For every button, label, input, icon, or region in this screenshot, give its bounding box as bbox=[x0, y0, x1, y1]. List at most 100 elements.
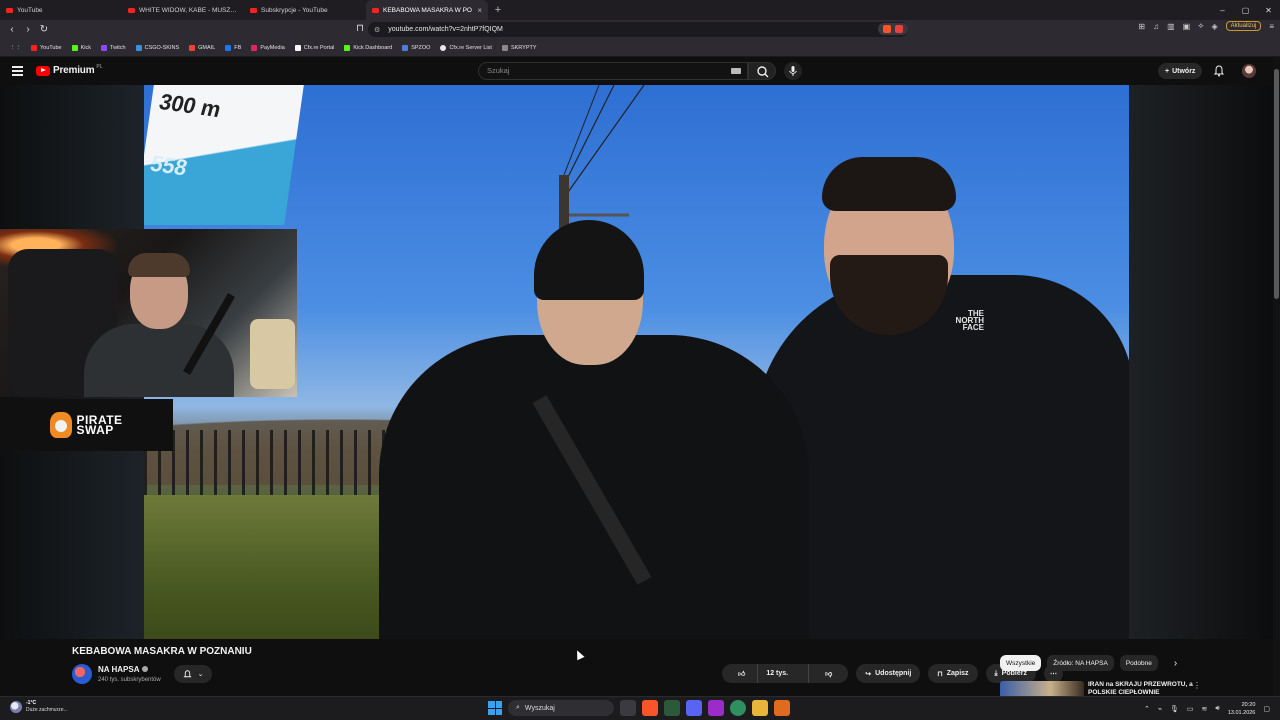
search-input[interactable]: Szukaj bbox=[478, 62, 748, 80]
menu-icon[interactable]: ≡ bbox=[1269, 22, 1274, 31]
taskbar-search[interactable]: ⌕ Wyszukaj bbox=[508, 700, 614, 716]
browser-tab[interactable]: Subskrypcje - YouTube bbox=[244, 0, 366, 20]
new-tab-button[interactable]: + bbox=[488, 4, 508, 16]
download-icon: ⤓ bbox=[994, 669, 998, 677]
file-explorer-icon[interactable] bbox=[752, 700, 768, 716]
forward-icon[interactable]: › bbox=[20, 24, 36, 35]
create-button[interactable]: + Utwórz bbox=[1158, 63, 1203, 79]
channel-name[interactable]: NA HAPSA bbox=[98, 665, 149, 674]
discord-icon[interactable] bbox=[686, 700, 702, 716]
account-avatar[interactable] bbox=[1242, 64, 1256, 78]
clock[interactable]: 20:20 13.01.2026 bbox=[1228, 701, 1256, 717]
mic-icon[interactable]: 🎙︎ bbox=[1170, 705, 1179, 713]
volume-icon[interactable]: 🔊︎ bbox=[1215, 705, 1219, 713]
bookmark-youtube[interactable]: YouTube bbox=[27, 44, 66, 51]
brave-browser-icon[interactable] bbox=[642, 700, 658, 716]
network-icon[interactable]: ⌁ bbox=[1158, 705, 1162, 713]
vpn-icon[interactable]: ◈ bbox=[1211, 22, 1217, 31]
mouse-cursor bbox=[573, 648, 585, 661]
menu-icon[interactable] bbox=[12, 66, 23, 78]
sign-text-top: 300 m bbox=[156, 88, 224, 123]
youtube-favicon-icon bbox=[372, 7, 379, 13]
bookmark-fb[interactable]: FB bbox=[221, 44, 245, 51]
bookmark-skrypty[interactable]: SKRYPTY bbox=[498, 44, 541, 51]
bookmark-cfx-server-list[interactable]: Cfx.re Server List bbox=[436, 44, 495, 51]
share-icon: ↪ bbox=[865, 670, 872, 678]
wallet-icon[interactable]: ▣ bbox=[1183, 22, 1191, 31]
notifications-icon[interactable]: ▢ bbox=[1263, 705, 1270, 713]
wifi-icon[interactable]: ≋ bbox=[1202, 705, 1208, 713]
subscriber-count: 240 tys. subskrybentów bbox=[98, 677, 161, 683]
keyboard-icon[interactable] bbox=[731, 68, 741, 74]
media-icon[interactable]: ♫ bbox=[1153, 22, 1159, 31]
sidebar-icon[interactable]: ▥ bbox=[1167, 22, 1175, 31]
subscribed-bell-button[interactable]: ⌄ bbox=[174, 665, 212, 683]
address-bar-row: ‹ › ↻ ⊓ ⚙ youtube.com/watch?v=2nhtP7fQIQ… bbox=[0, 20, 1280, 39]
channel-avatar[interactable] bbox=[72, 664, 92, 684]
logo-region: PL bbox=[96, 63, 103, 70]
share-button[interactable]: ↪ Udostępnij bbox=[856, 664, 921, 683]
search-icon: ⌕ bbox=[516, 704, 520, 711]
chevron-up-icon[interactable]: ⌃ bbox=[1144, 705, 1150, 713]
like-button[interactable]: 👍︎ 12 tys. bbox=[722, 664, 804, 683]
reload-icon[interactable]: ↻ bbox=[36, 24, 52, 35]
windows-taskbar: -1°C Duże zachmurze... ⌕ Wyszukaj ⌃ ⌁ 🎙︎ ▭… bbox=[0, 696, 1280, 720]
chevron-right-icon[interactable]: › bbox=[1174, 658, 1177, 669]
search-button[interactable] bbox=[748, 62, 776, 80]
weather-widget[interactable]: -1°C Duże zachmurze... bbox=[10, 700, 68, 714]
bookmark-twitch[interactable]: Twitch bbox=[97, 44, 130, 51]
system-tray: ⌃ ⌁ 🎙︎ ▭ ≋ 🔊︎ 20:20 13.01.2026 ▢ bbox=[1144, 701, 1270, 717]
site-info-icon[interactable]: ⚙ bbox=[374, 26, 380, 34]
chip-from-channel[interactable]: Źródło: NA HAPSA bbox=[1047, 655, 1114, 671]
browser-tab[interactable]: WHITE WIDOW, KABE - MUSZĘ GRAĆ bbox=[122, 0, 244, 20]
url-text: youtube.com/watch?v=2nhtP7fQIQM bbox=[388, 26, 503, 33]
terminal-icon[interactable] bbox=[664, 700, 680, 716]
rewards-icon[interactable]: ⟡ bbox=[1198, 21, 1203, 31]
dislike-button[interactable]: 👎︎ bbox=[808, 664, 848, 683]
road-sign: 300 m 558 bbox=[144, 85, 304, 225]
apps-icon[interactable]: ⋮⋮ bbox=[6, 45, 25, 51]
extensions-icon[interactable]: ⊞ bbox=[1138, 22, 1145, 31]
close-tab-icon[interactable]: × bbox=[477, 6, 482, 15]
task-view-icon[interactable] bbox=[620, 700, 636, 716]
brave-shield-icon[interactable] bbox=[878, 23, 908, 35]
app-icon[interactable] bbox=[730, 700, 746, 716]
verified-icon bbox=[142, 666, 149, 672]
back-icon[interactable]: ‹ bbox=[4, 24, 20, 35]
bookmark-csgo-skins[interactable]: CSGO-SKINS bbox=[132, 44, 184, 51]
monitor-icon[interactable]: ▭ bbox=[1187, 705, 1194, 713]
person-right-hair bbox=[822, 157, 956, 211]
fence bbox=[144, 430, 394, 500]
bookmark-cfx-portal[interactable]: Cfx.re Portal bbox=[291, 44, 339, 51]
weather-desc: Duże zachmurze... bbox=[26, 707, 68, 713]
more-vert-icon[interactable]: ⋮ bbox=[1193, 681, 1201, 690]
browser-tab[interactable]: YouTube bbox=[0, 0, 122, 20]
bookmark-kick-dashboard[interactable]: Kick Dashboard bbox=[340, 44, 396, 51]
bookmark-spzoo[interactable]: SPZOO bbox=[398, 44, 434, 51]
minimize-icon[interactable]: – bbox=[1211, 6, 1234, 15]
page-scrollbar[interactable] bbox=[1273, 57, 1280, 700]
save-button[interactable]: ⊓ Zapisz bbox=[928, 664, 978, 683]
app-icon[interactable] bbox=[708, 700, 724, 716]
bookmark-paymedia[interactable]: PayMedia bbox=[247, 44, 288, 51]
chip-related[interactable]: Podobne bbox=[1119, 655, 1158, 671]
app-icon[interactable] bbox=[774, 700, 790, 716]
window-controls: – ▢ ✕ bbox=[1211, 0, 1280, 20]
url-input[interactable]: ⚙ youtube.com/watch?v=2nhtP7fQIQM bbox=[368, 22, 908, 37]
scrollbar-thumb[interactable] bbox=[1274, 69, 1279, 299]
youtube-logo[interactable]: Premium PL bbox=[36, 63, 103, 76]
video-player[interactable]: 300 m 558 THE NORTH FACE PIRATE SWAP bbox=[0, 85, 1273, 639]
youtube-favicon-icon bbox=[6, 7, 13, 13]
bookmark-kick[interactable]: Kick bbox=[68, 44, 95, 51]
chip-all[interactable]: Wszystkie bbox=[1000, 655, 1042, 671]
bookmark-icon[interactable]: ⊓ bbox=[352, 23, 368, 34]
windows-start-icon[interactable] bbox=[488, 701, 502, 715]
update-button[interactable]: Aktualizuj bbox=[1225, 21, 1262, 31]
notifications-bell-icon[interactable] bbox=[1213, 65, 1225, 77]
maximize-icon[interactable]: ▢ bbox=[1234, 6, 1257, 15]
close-window-icon[interactable]: ✕ bbox=[1257, 6, 1280, 15]
thumbs-down-icon: 👎︎ bbox=[825, 671, 833, 678]
browser-tab-active[interactable]: KEBABOWA MASAKRA W PO × bbox=[366, 0, 488, 20]
bookmark-gmail[interactable]: GMAIL bbox=[185, 44, 219, 51]
voice-search-button[interactable] bbox=[784, 62, 802, 80]
